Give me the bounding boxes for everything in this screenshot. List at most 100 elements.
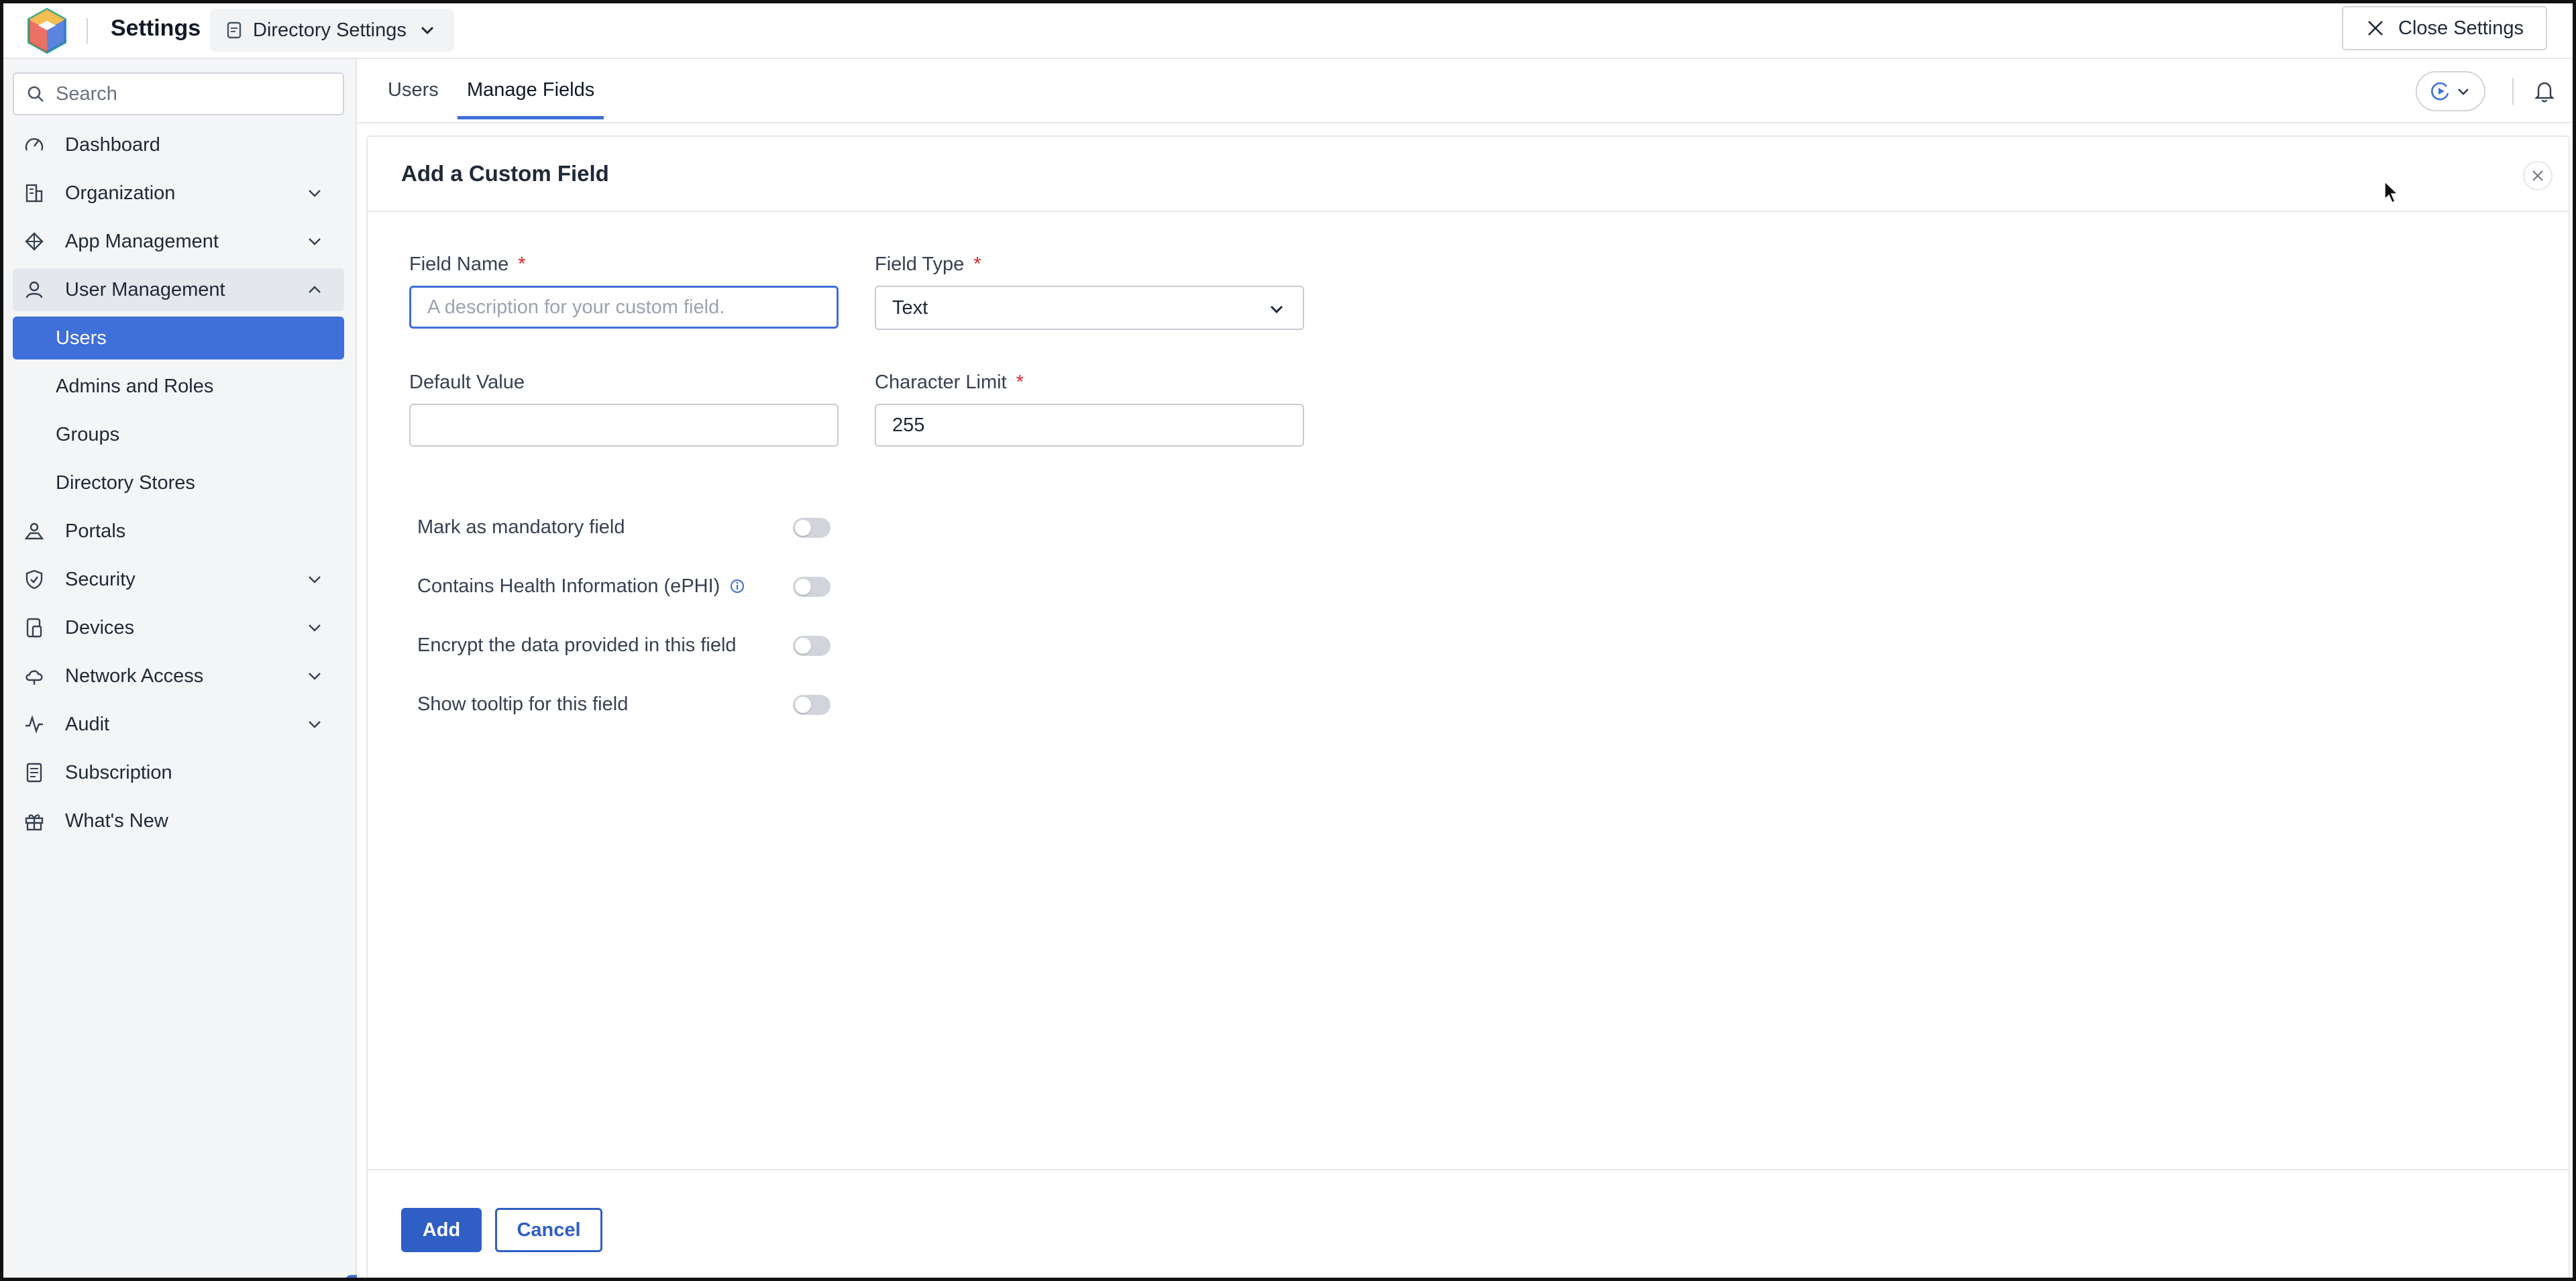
- toggle-label: Show tooltip for this field: [417, 693, 629, 715]
- chevron-down-icon: [2458, 89, 2469, 95]
- sidebar-nav: Dashboard Organization App Management Us…: [13, 123, 344, 848]
- sidebar-item-dashboard[interactable]: Dashboard: [13, 123, 344, 166]
- app-management-icon: [25, 232, 44, 251]
- character-limit-label-text: Character Limit: [875, 372, 1007, 393]
- sidebar-item-directory-stores[interactable]: Directory Stores: [13, 461, 344, 504]
- app-logo-icon: [28, 7, 66, 54]
- toggle-label-wrap: Contains Health Information (ePHI): [417, 575, 745, 598]
- panel-footer: Add Cancel: [368, 1169, 2569, 1278]
- chevron-down-icon: [1270, 305, 1283, 314]
- gift-icon: [25, 814, 44, 831]
- sidebar-item-label: Admins and Roles: [56, 375, 214, 397]
- chevron-up-icon: [309, 286, 321, 293]
- field-type-value: Text: [892, 296, 928, 319]
- top-bar: Settings Directory Settings Close Settin…: [3, 3, 2573, 59]
- sidebar-item-label: Dashboard: [65, 133, 160, 156]
- chevron-down-icon: [309, 238, 321, 245]
- encrypt-data-toggle[interactable]: [793, 636, 830, 656]
- field-name-input[interactable]: [409, 286, 839, 329]
- search-input[interactable]: [56, 82, 337, 105]
- sidebar-item-devices[interactable]: Devices: [13, 606, 344, 649]
- sidebar-item-label: Organization: [65, 182, 176, 204]
- toggle-row-encrypt: Encrypt the data provided in this field: [417, 632, 847, 659]
- sidebar-item-label: User Management: [65, 278, 225, 300]
- toggle-label: Encrypt the data provided in this field: [417, 634, 737, 656]
- default-value-input[interactable]: [409, 404, 839, 447]
- close-icon: [2532, 170, 2543, 181]
- sidebar-item-audit[interactable]: Audit: [13, 703, 344, 746]
- toggle-row-ephi: Contains Health Information (ePHI): [417, 573, 847, 600]
- mandatory-field-toggle[interactable]: [793, 518, 830, 538]
- field-type-select[interactable]: Text: [875, 286, 1304, 330]
- directory-settings-switcher[interactable]: Directory Settings: [210, 9, 454, 52]
- subscription-icon: [26, 763, 42, 783]
- sidebar-item-admins-and-roles[interactable]: Admins and Roles: [13, 365, 344, 408]
- add-custom-field-panel: Add a Custom Field Field Name * Field Typ…: [366, 135, 2570, 1278]
- cancel-button[interactable]: Cancel: [495, 1208, 602, 1252]
- sidebar-item-label: Groups: [56, 423, 120, 445]
- activity-icon: [25, 715, 43, 734]
- toggle-label: Contains Health Information (ePHI): [417, 575, 720, 597]
- required-marker: *: [518, 254, 526, 275]
- playback-menu-button[interactable]: [2416, 71, 2485, 111]
- sidebar-item-label: Subscription: [65, 761, 172, 783]
- sidebar-item-label: Devices: [65, 616, 135, 638]
- chevron-down-icon: [309, 576, 321, 583]
- toggle-label: Mark as mandatory field: [417, 516, 625, 538]
- play-circle-icon: [2431, 82, 2449, 101]
- sidebar-item-security[interactable]: Security: [13, 558, 344, 601]
- sidebar-collapse-handle[interactable]: [345, 1275, 358, 1278]
- sidebar-item-whats-new[interactable]: What's New: [13, 799, 344, 842]
- sidebar-item-label: App Management: [65, 230, 219, 252]
- sidebar-item-organization[interactable]: Organization: [13, 172, 344, 215]
- required-marker: *: [1016, 372, 1024, 393]
- add-button[interactable]: Add: [401, 1208, 482, 1252]
- toggle-row-mandatory: Mark as mandatory field: [417, 514, 847, 541]
- tab-manage-fields[interactable]: Manage Fields: [458, 79, 604, 119]
- chevron-down-icon: [309, 673, 321, 680]
- cloud-icon: [25, 670, 43, 685]
- sidebar-item-groups[interactable]: Groups: [13, 413, 344, 456]
- character-limit-label: Character Limit *: [875, 372, 1024, 394]
- sidebar-item-user-management[interactable]: User Management: [13, 268, 344, 311]
- document-icon: [227, 21, 241, 39]
- bell-icon[interactable]: [2532, 79, 2557, 103]
- sidebar-item-label: What's New: [65, 810, 168, 832]
- field-type-label-text: Field Type: [875, 254, 965, 275]
- sidebar-item-network-access[interactable]: Network Access: [13, 655, 344, 698]
- main-content: Users Manage Fields Add a Custom Field F…: [357, 59, 2573, 1278]
- field-name-label-text: Field Name: [409, 254, 509, 275]
- panel-close-button[interactable]: [2523, 161, 2553, 190]
- health-information-toggle[interactable]: [793, 577, 830, 597]
- app-window: Settings Directory Settings Close Settin…: [0, 0, 2576, 1281]
- show-tooltip-toggle[interactable]: [793, 695, 830, 715]
- info-icon[interactable]: [729, 578, 745, 594]
- close-settings-label: Close Settings: [2398, 17, 2524, 39]
- sidebar-item-portals[interactable]: Portals: [13, 510, 344, 553]
- tab-users[interactable]: Users: [388, 79, 439, 116]
- toolbar-divider: [2512, 78, 2514, 105]
- user-icon: [25, 281, 43, 298]
- devices-icon: [26, 618, 42, 638]
- shield-icon: [25, 569, 43, 590]
- organization-building-icon: [25, 184, 43, 203]
- portal-icon: [24, 522, 44, 540]
- chevron-down-icon: [309, 721, 321, 728]
- default-value-label: Default Value: [409, 372, 525, 393]
- character-limit-input[interactable]: [875, 404, 1304, 447]
- required-marker: *: [973, 254, 981, 275]
- chevron-down-icon: [309, 624, 321, 632]
- sidebar-search[interactable]: [13, 72, 344, 115]
- sidebar-item-users[interactable]: Users: [13, 317, 344, 359]
- chevron-down-icon: [309, 190, 321, 197]
- sidebar: Dashboard Organization App Managem: [3, 59, 358, 1278]
- close-icon: [2368, 21, 2383, 36]
- logo-divider: [87, 18, 88, 44]
- tab-bar: Users Manage Fields: [357, 59, 2573, 123]
- sidebar-item-app-management[interactable]: App Management: [13, 220, 344, 263]
- sidebar-item-subscription[interactable]: Subscription: [13, 751, 344, 794]
- close-settings-button[interactable]: Close Settings: [2342, 6, 2547, 50]
- field-name-label: Field Name *: [409, 254, 526, 276]
- search-icon: [28, 86, 44, 102]
- sidebar-item-label: Portals: [65, 520, 126, 542]
